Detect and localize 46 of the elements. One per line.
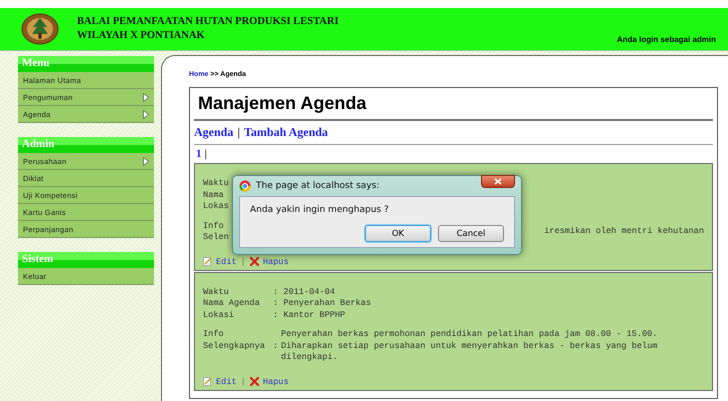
field-label: Info	[203, 329, 224, 340]
page-link[interactable]: 1	[196, 148, 202, 161]
section-header: Menu	[18, 56, 154, 72]
dialog-message: Anda yakin ingin menghapus ?	[250, 205, 390, 215]
delete-icon	[250, 257, 259, 266]
nav-link[interactable]: Agenda	[194, 125, 234, 140]
dialog-title: The page at localhost says:	[256, 181, 380, 191]
section-header: Admin	[18, 137, 154, 153]
delete-link[interactable]: Hapus	[262, 256, 289, 266]
field-label: Selen	[203, 232, 229, 244]
field-label: Waktu	[203, 286, 229, 298]
login-status: Anda login sebagai admin	[616, 35, 716, 44]
field-label: Lokasi	[203, 310, 234, 321]
field-label: Info	[203, 220, 224, 232]
section-header: Sistem	[18, 252, 154, 268]
edit-link[interactable]: Edit	[216, 256, 237, 266]
site-title: BALAI PEMANFAATAN HUTAN PRODUKSI LESTARI	[77, 15, 340, 29]
field-value: iresmikan oleh mentri kehutanan	[544, 226, 704, 238]
edit-icon	[203, 257, 212, 266]
field-label: Selengkapnya	[203, 340, 265, 352]
delete-icon	[250, 377, 259, 386]
field-value: : 2011-04-04	[273, 286, 336, 298]
field-colon: :	[273, 340, 280, 352]
dialog-button[interactable]: Cancel	[438, 225, 504, 242]
close-icon	[494, 178, 502, 185]
field-value: : Penyerahan Berkas	[273, 298, 372, 310]
dialog-button[interactable]: OK	[365, 225, 431, 242]
site-title: WILAYAH X PONTIANAK	[77, 29, 206, 43]
delete-link[interactable]: Hapus	[262, 376, 289, 386]
field-label: Nama Agenda	[203, 298, 260, 310]
edit-icon	[203, 377, 212, 386]
edit-link[interactable]: Edit	[216, 376, 237, 386]
field-value: Penyerahan berkas permohonan pendidikan pelatihan pada jam 08.00 - 15.00. Diharapkan setiap perusahaan untuk menyerahkan berkas - berkas yang belum dilengkapi.	[281, 329, 658, 364]
field-label: Waktu	[203, 178, 229, 190]
close-button[interactable]	[481, 175, 515, 188]
page-separator: |	[204, 148, 207, 161]
field-label: Nama	[203, 190, 224, 201]
action-separator: |	[240, 376, 246, 386]
tree-logo-icon	[21, 13, 59, 45]
browser-logo-icon	[239, 180, 251, 192]
action-separator: |	[240, 256, 246, 266]
field-label: Lokas	[203, 201, 229, 212]
link-separator: |	[237, 125, 240, 140]
field-value: : Kantor BPPHP	[273, 310, 346, 321]
nav-link[interactable]: Tambah Agenda	[244, 125, 328, 140]
page-title: Manajemen Agenda	[194, 88, 713, 121]
